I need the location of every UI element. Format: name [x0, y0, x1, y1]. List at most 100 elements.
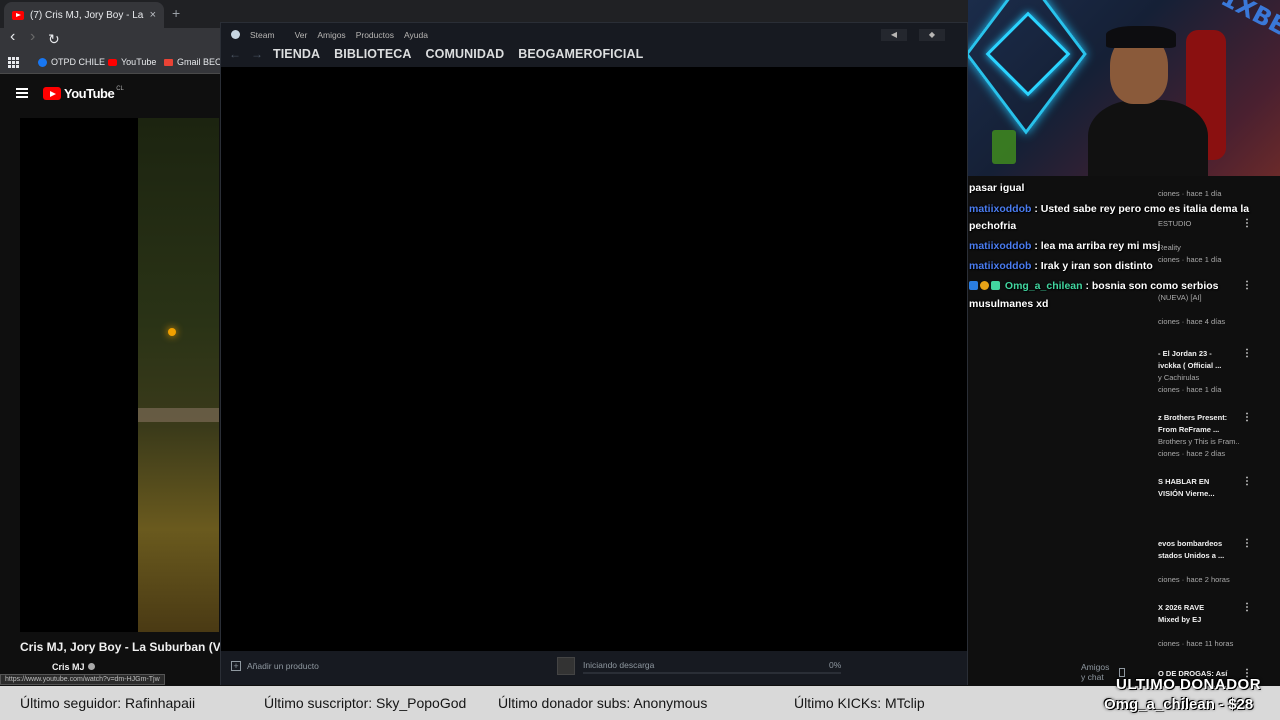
steam-header: Steam Ver Amigos Productos Ayuda ← → TIE…	[221, 23, 967, 67]
steam-nav: ← → TIENDA BIBLIOTECA COMUNIDAD BEOGAMER…	[229, 47, 657, 61]
steam-nav-profile[interactable]: BEOGAMEROFICIAL	[518, 47, 643, 61]
steam-menubar: Steam Ver Amigos Productos Ayuda	[231, 30, 438, 40]
green-cup	[992, 130, 1016, 164]
badge-icon	[991, 281, 1000, 290]
steam-nav-comunidad[interactable]: COMUNIDAD	[426, 47, 505, 61]
screen: (7) Cris MJ, Jory Boy - La Suburba × + ‹…	[0, 0, 1280, 720]
last-donor-value: Omg_a_chilean - $28	[1104, 696, 1254, 713]
video-frame	[138, 118, 219, 632]
download-thumbnail[interactable]	[557, 657, 575, 675]
steam-menu-steam[interactable]: Steam	[231, 30, 285, 40]
chat-message: Omg_a_chilean : bosnia son como serbios …	[969, 278, 1273, 313]
download-progress-bar	[583, 672, 841, 674]
steam-menu-ayuda[interactable]: Ayuda	[404, 30, 428, 40]
streamer	[1088, 20, 1208, 176]
rec-meta: ciones · hace 1 día	[1158, 385, 1222, 394]
streamer-body	[1088, 100, 1208, 176]
facebook-icon	[38, 57, 47, 67]
more-options-icon[interactable]: ⋮	[1242, 602, 1252, 613]
forward-button[interactable]: ›	[30, 28, 35, 46]
badge-icon	[969, 281, 978, 290]
last-donor-subs: Último donador subs: Anonymous	[498, 695, 708, 711]
rec-meta: y Cachirulas	[1158, 373, 1200, 382]
apps-grid-icon[interactable]	[8, 57, 19, 68]
list-item[interactable]: - El Jordan 23 - ivckka ( Official ... y C…	[1158, 348, 1280, 396]
chat-username: matiixoddob	[969, 240, 1032, 252]
chat-username: Omg_a_chilean	[1004, 280, 1083, 292]
webcam-overlay: 1XBET	[968, 0, 1280, 176]
rec-meta: Brothers y This is Fram...	[1158, 437, 1240, 446]
friends-chat-label: Amigos y chat	[1081, 662, 1110, 682]
steam-menu-amigos[interactable]: Amigos	[317, 30, 345, 40]
country-code: CL	[116, 85, 124, 92]
steam-nav-tienda[interactable]: TIENDA	[273, 47, 320, 61]
steam-controls: ◀ ◆	[881, 29, 957, 41]
new-tab-button[interactable]: +	[172, 5, 180, 21]
more-options-icon[interactable]: ⋮	[1242, 538, 1252, 549]
reload-button[interactable]: ↻	[48, 31, 60, 48]
rec-title: From ReFrame ...	[1158, 425, 1220, 434]
list-item[interactable]: evos bombardeos stados Unidos a ... cione…	[1158, 538, 1280, 586]
steam-menu-ver[interactable]: Ver	[295, 30, 308, 40]
menu-label: Steam	[250, 30, 275, 40]
hamburger-menu-icon[interactable]	[16, 88, 28, 98]
steam-back-icon[interactable]: ←	[229, 47, 241, 61]
bookmark-youtube[interactable]: YouTube	[108, 57, 156, 67]
rec-meta: ciones · hace 2 días	[1158, 449, 1226, 458]
tab-close-icon[interactable]: ×	[150, 9, 156, 21]
steam-window: Steam Ver Amigos Productos Ayuda ← → TIE…	[220, 22, 1126, 685]
stream-info-bar: Último seguidor: Rafinhapaii Último susc…	[0, 686, 1280, 720]
last-follower: Último seguidor: Rafinhapaii	[20, 695, 196, 711]
channel-label: Cris MJ	[52, 662, 85, 672]
status-url: https://www.youtube.com/watch?v=dm-HJGm-…	[0, 674, 165, 685]
rec-meta: ciones · hace 11 horas	[1158, 639, 1234, 648]
more-options-icon[interactable]: ⋮	[1242, 412, 1252, 423]
chat-badges	[969, 279, 1002, 296]
rec-meta	[1158, 562, 1240, 574]
plus-icon: +	[231, 661, 241, 671]
last-subscriber: Último suscriptor: Sky_PopoGod	[264, 695, 467, 711]
list-item[interactable]: z Brothers Present: From ReFrame ... Broth…	[1158, 412, 1280, 460]
rec-title: X 2026 RAVE	[1158, 603, 1205, 612]
rec-title: Mixed by EJ	[1158, 615, 1202, 624]
chat-text: : Irak y iran son distinto	[1031, 260, 1153, 272]
back-button[interactable]: ‹	[10, 28, 15, 46]
download-percent: 0%	[829, 660, 842, 670]
chat-username: matiixoddob	[969, 260, 1032, 272]
browser-tab[interactable]: (7) Cris MJ, Jory Boy - La Suburba ×	[4, 2, 164, 28]
bookmark-gmail[interactable]: Gmail BEO	[164, 57, 222, 67]
rec-meta: ciones · hace 4 días	[1158, 317, 1226, 326]
add-product-label: Añadir un producto	[247, 661, 319, 671]
chat-username: matiixoddob	[969, 203, 1032, 215]
last-kicks: Último KICKs: MTclip	[794, 695, 925, 711]
bookmark-label: Gmail BEO	[177, 57, 223, 67]
download-status[interactable]: Iniciando descarga	[583, 660, 654, 670]
list-item[interactable]: S HABLAR EN VISIÓN Vierne... ⋮	[1158, 476, 1280, 500]
steam-menu-productos[interactable]: Productos	[356, 30, 394, 40]
youtube-wordmark: YouTube	[64, 86, 115, 101]
bookmark-otpd-chile[interactable]: OTPD CHILE	[38, 57, 105, 67]
rec-meta: ciones · hace 2 horas	[1158, 575, 1230, 584]
more-options-icon[interactable]: ⋮	[1242, 476, 1252, 487]
rec-title: stados Unidos a ...	[1158, 551, 1225, 560]
chat-message: matiixoddob : Usted sabe rey pero cmo es…	[969, 201, 1273, 235]
rec-title: evos bombardeos	[1158, 539, 1223, 548]
announcements-icon[interactable]: ◀	[881, 29, 907, 41]
add-product-button[interactable]: + Añadir un producto	[231, 661, 319, 671]
stream-chat: pasar igual matiixoddob : Usted sabe rey…	[967, 176, 1279, 316]
chat-text: pasar igual	[969, 182, 1025, 194]
more-options-icon[interactable]: ⋮	[1242, 348, 1252, 359]
video-player[interactable]	[20, 118, 219, 632]
steam-footer: + Añadir un producto Iniciando descarga …	[221, 651, 1126, 685]
steam-nav-biblioteca[interactable]: BIBLIOTECA	[334, 47, 411, 61]
chat-message: matiixoddob : lea ma arriba rey mi msj	[969, 238, 1273, 255]
steam-forward-icon[interactable]: →	[251, 47, 263, 61]
youtube-favicon-icon	[12, 10, 24, 20]
channel-name[interactable]: Cris MJ	[52, 662, 95, 672]
notifications-bell-icon[interactable]: ◆	[919, 29, 945, 41]
video-light	[168, 328, 176, 336]
list-item[interactable]: X 2026 RAVE Mixed by EJ ciones · hace 11 …	[1158, 602, 1280, 650]
bookmark-label: YouTube	[121, 57, 157, 67]
youtube-logo[interactable]: YouTube CL	[43, 86, 124, 101]
chat-text: : lea ma arriba rey mi msj	[1031, 240, 1161, 252]
